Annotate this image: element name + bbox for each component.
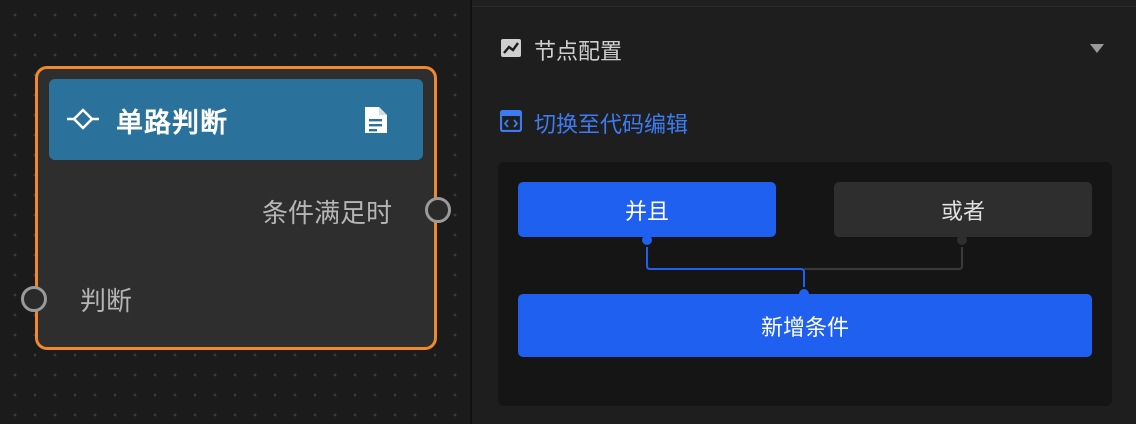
node-title: 单路判断 [116, 108, 228, 139]
condition-builder: 并且 或者 新增条件 [498, 162, 1112, 406]
workflow-canvas[interactable]: 单路判断 条件满足时 判断 [0, 0, 470, 424]
input-port-label: 判断 [80, 287, 133, 317]
code-icon[interactable] [500, 110, 522, 132]
diamond-icon [67, 108, 99, 130]
caret-down-icon[interactable] [1090, 44, 1104, 53]
document-icon[interactable] [363, 105, 389, 135]
single-branch-node[interactable]: 单路判断 条件满足时 判断 [35, 66, 437, 350]
input-port[interactable] [21, 286, 47, 312]
or-button[interactable]: 或者 [834, 182, 1092, 237]
output-port-label: 条件满足时 [261, 199, 392, 229]
and-button[interactable]: 并且 [518, 182, 776, 237]
switch-to-code-link[interactable]: 切换至代码编辑 [534, 107, 688, 139]
section-title: 节点配置 [534, 40, 623, 65]
node-header[interactable]: 单路判断 [49, 79, 423, 160]
chart-icon [501, 39, 521, 57]
panel-top-border [472, 0, 1136, 7]
output-port[interactable] [425, 197, 451, 223]
node-config-panel: 节点配置 切换至代码编辑 并且 或者 新增条件 [472, 0, 1136, 424]
add-condition-button[interactable]: 新增条件 [518, 294, 1092, 357]
